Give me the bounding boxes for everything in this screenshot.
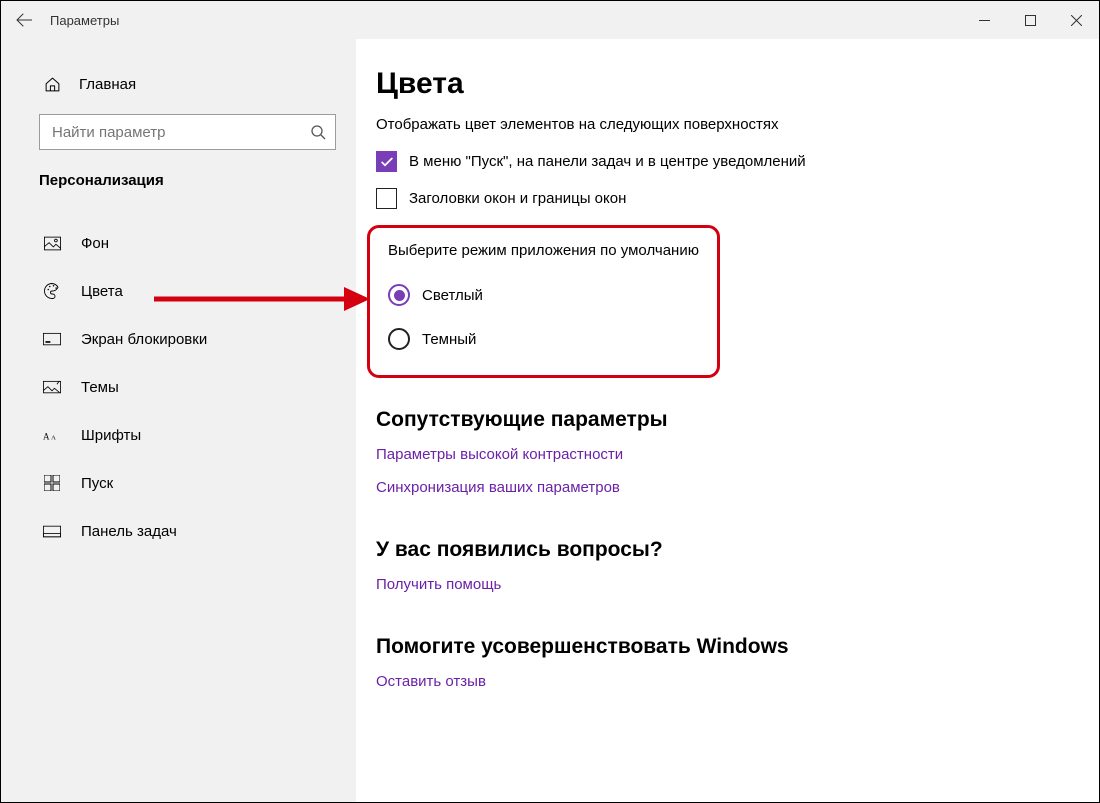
link-feedback[interactable]: Оставить отзыв <box>376 673 486 690</box>
minimize-icon <box>979 15 990 26</box>
sidebar-item-label: Пуск <box>81 475 113 492</box>
link-high-contrast[interactable]: Параметры высокой контрастности <box>376 446 623 463</box>
sidebar-item-label: Панель задач <box>81 523 177 540</box>
sidebar: Главная Персонализация Фон Цвета <box>1 39 356 802</box>
home-icon <box>43 75 61 93</box>
close-button[interactable] <box>1053 1 1099 39</box>
sidebar-item-label: Экран блокировки <box>81 331 207 348</box>
lockscreen-icon <box>43 330 61 348</box>
sidebar-nav: Фон Цвета Экран блокировки Темы <box>1 219 356 555</box>
radio-light[interactable]: Светлый <box>388 273 699 317</box>
radio-unselected-icon <box>388 328 410 350</box>
search-field[interactable] <box>39 114 336 150</box>
radio-dark[interactable]: Темный <box>388 317 699 361</box>
start-icon <box>43 474 61 492</box>
link-sync-settings[interactable]: Синхронизация ваших параметров <box>376 479 620 496</box>
svg-text:A: A <box>43 431 50 441</box>
taskbar-icon <box>43 522 61 540</box>
sidebar-item-taskbar[interactable]: Панель задач <box>1 507 356 555</box>
content-pane: Цвета Отображать цвет элементов на следу… <box>356 39 1099 802</box>
minimize-button[interactable] <box>961 1 1007 39</box>
page-title: Цвета <box>376 67 1099 101</box>
checkbox-unchecked-icon <box>376 188 397 209</box>
related-header: Сопутствующие параметры <box>376 408 1099 432</box>
checkbox-label: Заголовки окон и границы окон <box>409 190 626 207</box>
sidebar-home-label: Главная <box>79 76 136 93</box>
link-get-help[interactable]: Получить помощь <box>376 576 501 593</box>
sidebar-item-themes[interactable]: Темы <box>1 363 356 411</box>
search-input[interactable] <box>39 114 336 150</box>
search-icon <box>310 124 326 140</box>
sidebar-item-label: Цвета <box>81 283 123 300</box>
checkbox-label: В меню "Пуск", на панели задач и в центр… <box>409 153 806 170</box>
window-title: Параметры <box>47 13 119 28</box>
checkbox-start-taskbar[interactable]: В меню "Пуск", на панели задач и в центр… <box>376 151 1099 172</box>
surfaces-subtitle: Отображать цвет элементов на следующих п… <box>376 116 1099 133</box>
fonts-icon: AA <box>43 426 61 444</box>
radio-label: Темный <box>422 331 476 348</box>
themes-icon <box>43 378 61 396</box>
checkbox-checked-icon <box>376 151 397 172</box>
sidebar-item-label: Шрифты <box>81 427 141 444</box>
svg-text:A: A <box>51 434 56 441</box>
maximize-icon <box>1025 15 1036 26</box>
close-icon <box>1071 15 1082 26</box>
sidebar-item-fonts[interactable]: AA Шрифты <box>1 411 356 459</box>
app-mode-header: Выберите режим приложения по умолчанию <box>388 242 699 259</box>
sidebar-item-colors[interactable]: Цвета <box>1 267 356 315</box>
sidebar-item-start[interactable]: Пуск <box>1 459 356 507</box>
improve-header: Помогите усовершенствовать Windows <box>376 635 1099 659</box>
sidebar-item-label: Фон <box>81 235 109 252</box>
sidebar-category: Персонализация <box>1 160 356 201</box>
back-arrow-icon <box>16 12 32 28</box>
sidebar-item-lockscreen[interactable]: Экран блокировки <box>1 315 356 363</box>
questions-header: У вас появились вопросы? <box>376 538 1099 562</box>
back-button[interactable] <box>1 1 47 39</box>
picture-icon <box>43 234 61 252</box>
annotation-highlight-box: Выберите режим приложения по умолчанию С… <box>367 225 720 378</box>
palette-icon <box>43 282 61 300</box>
title-bar: Параметры <box>1 1 1099 39</box>
radio-selected-icon <box>388 284 410 306</box>
sidebar-item-label: Темы <box>81 379 119 396</box>
checkbox-titlebar-borders[interactable]: Заголовки окон и границы окон <box>376 188 1099 209</box>
radio-label: Светлый <box>422 287 483 304</box>
maximize-button[interactable] <box>1007 1 1053 39</box>
sidebar-item-background[interactable]: Фон <box>1 219 356 267</box>
sidebar-item-home[interactable]: Главная <box>1 64 356 104</box>
